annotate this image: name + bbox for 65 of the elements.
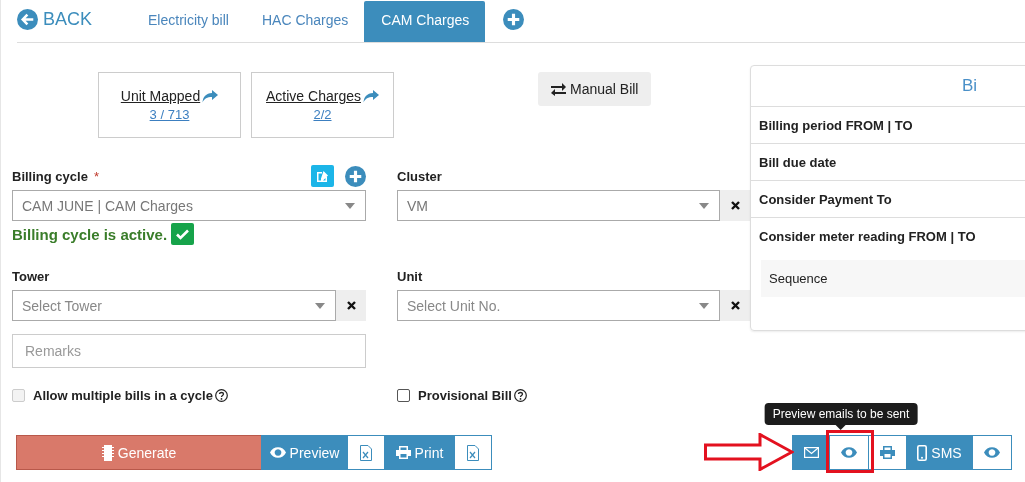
print-button[interactable]: Print [384, 435, 455, 470]
sequence-bar: Sequence [761, 260, 1025, 297]
field-label: Tower [12, 268, 50, 284]
chip-icon [101, 444, 114, 461]
exchange-icon [551, 82, 566, 96]
clear-button[interactable] [720, 290, 750, 321]
stat-value-link[interactable]: 3 / 713 [149, 107, 190, 122]
select-field[interactable]: Select Tower [12, 290, 336, 321]
preview-button[interactable]: Preview [261, 435, 348, 470]
eye-icon [984, 447, 1000, 458]
tooltip: Preview emails to be sent [764, 403, 918, 430]
spreadsheet-file-icon [360, 444, 372, 461]
panel-title: Bi [751, 66, 1025, 107]
generate-button[interactable]: Generate [16, 435, 262, 470]
export-button[interactable] [454, 435, 492, 470]
caret-icon [345, 202, 355, 209]
tab[interactable]: HAC Charges [244, 1, 365, 42]
eye-icon [269, 447, 286, 458]
export-button[interactable] [347, 435, 385, 470]
caret-icon [699, 302, 709, 309]
clear-icon [346, 301, 356, 310]
field-label: Billing cycle [12, 168, 88, 184]
panel-row-label: Consider Payment To [751, 181, 1025, 218]
tab[interactable]: Electricity bill [131, 1, 245, 42]
phone-icon [917, 444, 928, 461]
share-arrow-icon [362, 89, 379, 103]
edit-icon[interactable] [311, 165, 334, 187]
panel-row-label: Billing period FROM | TO [751, 107, 1025, 144]
preview-button[interactable] [972, 435, 1012, 470]
manual-bill-button[interactable]: Manual Bill [538, 72, 652, 106]
spreadsheet-file-icon [467, 444, 479, 461]
stat-value-link[interactable]: 2/2 [313, 107, 332, 122]
sms-button[interactable]: SMS [906, 435, 973, 470]
tab[interactable]: CAM Charges [364, 1, 486, 42]
field-label: Cluster [397, 168, 442, 184]
clear-icon [730, 201, 740, 210]
add-icon[interactable] [503, 9, 525, 30]
clear-button[interactable] [336, 290, 366, 321]
checkbox-label: Allow multiple bills in a cycle [33, 387, 213, 403]
required-mark: * [93, 168, 99, 184]
panel-row-label: Consider meter reading FROM | TO [758, 228, 977, 246]
select-field[interactable]: Select Unit No. [397, 290, 720, 321]
status-message: Billing cycle is active. [12, 225, 168, 243]
field-label: Unit [397, 268, 423, 284]
checkbox-label: Provisional Bill [418, 387, 512, 403]
help-icon [214, 388, 228, 402]
checkbox[interactable] [397, 388, 410, 402]
help-icon [513, 388, 527, 402]
add-icon[interactable] [345, 165, 366, 187]
panel-row-label: Bill due date [751, 144, 1025, 181]
clear-icon [730, 301, 740, 310]
caret-icon [699, 202, 709, 209]
select-field[interactable]: VM [397, 190, 720, 221]
share-arrow-icon [202, 89, 219, 103]
stat-link[interactable]: Unit Mapped [120, 88, 201, 104]
caret-icon [315, 302, 325, 309]
printer-icon [880, 446, 895, 459]
stat-link[interactable]: Active Charges [266, 88, 361, 104]
envelope-icon [803, 447, 819, 458]
remarks-field[interactable]: Remarks [12, 334, 366, 368]
select-field[interactable]: CAM JUNE | CAM Charges [12, 190, 366, 221]
printer-icon [395, 446, 411, 459]
eye-icon [841, 447, 857, 458]
clear-button[interactable] [720, 190, 750, 221]
back-link[interactable]: BACK [17, 1, 93, 42]
